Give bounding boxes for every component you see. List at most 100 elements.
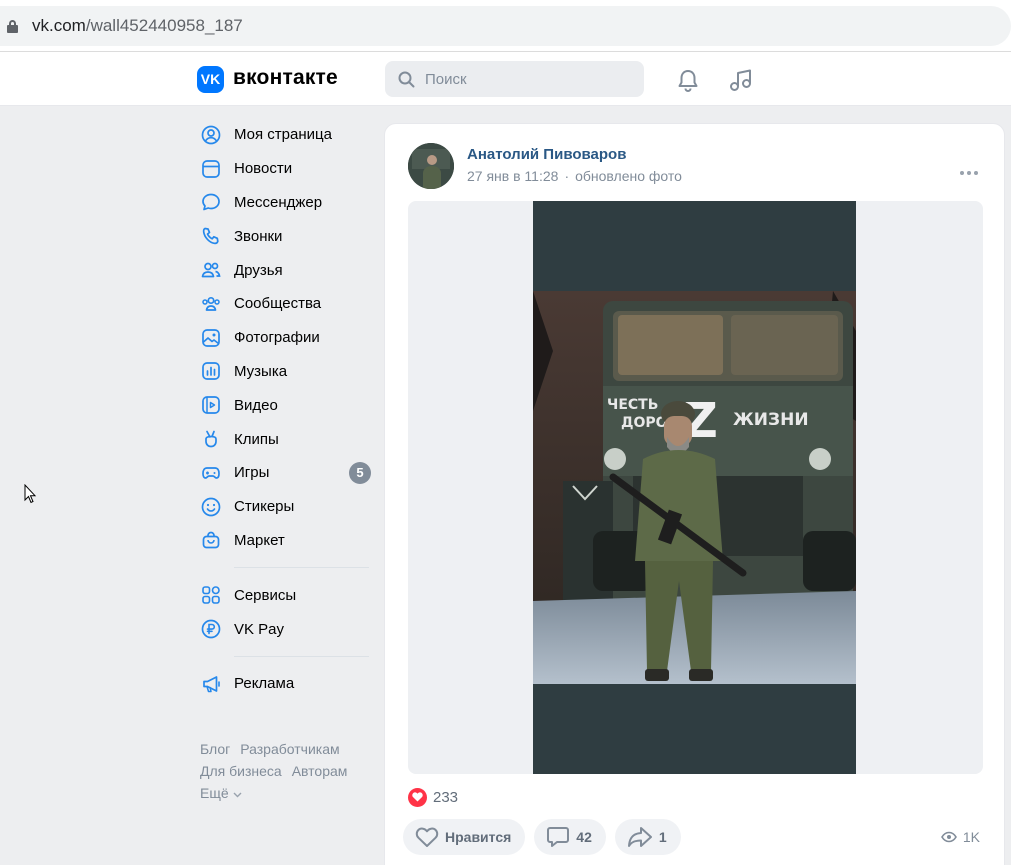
communities-icon [202, 296, 220, 311]
sidebar-item-news[interactable]: Новости [197, 152, 375, 186]
sidebar-item-label: Видео [234, 396, 278, 414]
more-options-icon[interactable] [957, 162, 978, 180]
truck-text-life: ЖИЗНИ [733, 410, 809, 430]
brand-name[interactable]: вконтакте [233, 66, 338, 90]
sidebar-item-stickers[interactable]: Стикеры [197, 490, 375, 524]
bag-icon [202, 532, 220, 549]
sidebar-item-label: Моя страница [234, 126, 332, 144]
url-field[interactable]: vk.com/wall452440958_187 [0, 6, 1011, 46]
comments-count: 42 [576, 829, 592, 845]
footer-link-developers[interactable]: Разработчикам [240, 741, 339, 757]
ruble-icon [201, 619, 221, 639]
sidebar-item-label: Новости [234, 160, 293, 178]
sidebar-item-calls[interactable]: Звонки [197, 219, 375, 253]
games-counter-badge: 5 [349, 461, 371, 484]
sidebar-item-label: Сервисы [234, 586, 297, 604]
footer-link-more[interactable]: Ещё [200, 785, 242, 801]
sidebar-item-label: Звонки [234, 227, 283, 245]
user-circle-icon [201, 125, 221, 145]
footer-link-blog[interactable]: Блог [200, 741, 230, 757]
share-icon [627, 827, 652, 847]
search-box[interactable] [385, 61, 644, 97]
post-meta: 27 янв в 11:28 · обновлено фото [467, 168, 682, 184]
sidebar-item-market[interactable]: Маркет [197, 524, 375, 558]
sidebar-divider [234, 655, 369, 657]
like-button-label: Нравится [445, 829, 512, 845]
sidebar-item-friends[interactable]: Друзья [197, 253, 375, 287]
chevron-down-icon [233, 792, 242, 798]
footer-link-authors[interactable]: Авторам [292, 763, 348, 779]
lock-icon[interactable] [7, 20, 18, 33]
bell-icon[interactable] [674, 66, 702, 94]
heart-reaction-icon [408, 787, 427, 807]
photo-icon [202, 328, 220, 347]
post-photo[interactable]: ЧЕСТЬ ДОРО Z ЖИЗНИ [533, 201, 856, 774]
sidebar-item-label: Сообщества [234, 295, 322, 313]
megaphone-icon [203, 675, 220, 693]
sidebar-item-games[interactable]: Игры 5 [197, 456, 375, 490]
sidebar-item-clips[interactable]: Клипы [197, 422, 375, 456]
sidebar-item-my-page[interactable]: Моя страница [197, 118, 375, 152]
phone-icon [202, 227, 219, 245]
search-icon [398, 71, 415, 88]
sidebar-item-messenger[interactable]: Мессенджер [197, 186, 375, 220]
eye-icon [940, 831, 957, 843]
share-button[interactable]: 1 [614, 819, 681, 855]
reactions-count: 233 [433, 788, 459, 806]
views-counter: 1K [940, 829, 980, 845]
comment-button[interactable]: 42 [534, 819, 606, 855]
sidebar-item-video[interactable]: Видео [197, 388, 375, 422]
video-icon [202, 396, 220, 415]
sidebar-item-label: Мессенджер [234, 193, 323, 211]
mouse-cursor-icon [24, 484, 37, 504]
post-date[interactable]: 27 янв в 11:28 [467, 168, 558, 184]
sidebar-item-label: Реклама [234, 675, 295, 693]
footer-link-business[interactable]: Для бизнеса [200, 763, 282, 779]
sidebar-item-vk-pay[interactable]: VK Pay [197, 612, 375, 646]
url-text[interactable]: vk.com/wall452440958_187 [32, 16, 243, 36]
sidebar-item-label: Стикеры [234, 498, 295, 516]
sidebar-item-communities[interactable]: Сообщества [197, 287, 375, 321]
newsfeed-icon [202, 159, 220, 178]
footer-more-label: Ещё [200, 785, 229, 801]
sidebar-item-photos[interactable]: Фотографии [197, 321, 375, 355]
smile-icon [201, 497, 221, 517]
clips-icon [205, 430, 217, 448]
sidebar-item-label: Музыка [234, 362, 288, 380]
friends-icon [201, 262, 221, 278]
browser-address-bar: vk.com/wall452440958_187 [0, 0, 1011, 52]
post-photo-container: ЧЕСТЬ ДОРО Z ЖИЗНИ [408, 201, 983, 774]
sidebar-item-label: Фотографии [234, 329, 320, 347]
sidebar-footer-links: Блог Разработчикам Для бизнеса Авторам Ещё [200, 738, 380, 804]
views-count: 1K [962, 829, 980, 845]
reactions-summary[interactable]: 233 [408, 786, 458, 808]
url-path: /wall452440958_187 [85, 16, 243, 35]
post-actions: Нравится 42 1 [403, 819, 690, 855]
sidebar-item-services[interactable]: Сервисы [197, 578, 375, 612]
heart-icon [415, 827, 439, 847]
gamepad-icon [202, 467, 220, 479]
sidebar-item-label: Клипы [234, 430, 279, 448]
author-avatar[interactable] [408, 143, 454, 189]
meta-separator: · [564, 168, 570, 184]
wall-post: Анатолий Пивоваров 27 янв в 11:28 · обновл… [384, 123, 1005, 865]
services-icon [202, 586, 220, 605]
sidebar-item-label: Игры [234, 464, 270, 482]
music-note-icon[interactable] [727, 66, 755, 94]
sidebar-item-music[interactable]: Музыка [197, 355, 375, 389]
comment-icon [547, 827, 570, 847]
sidebar-item-ads[interactable]: Реклама [197, 667, 375, 701]
sidebar-item-label: VK Pay [234, 620, 285, 638]
vk-logo-icon[interactable]: VK [197, 66, 224, 93]
post-author-name[interactable]: Анатолий Пивоваров [467, 146, 626, 163]
shares-count: 1 [658, 829, 667, 845]
sidebar-item-label: Маркет [234, 531, 285, 549]
message-icon [202, 194, 220, 211]
url-host: vk.com [32, 16, 86, 35]
photo-image: ЧЕСТЬ ДОРО Z ЖИЗНИ [533, 201, 856, 774]
like-button[interactable]: Нравится [403, 819, 526, 855]
music-icon [202, 362, 220, 381]
left-sidebar: Моя страница Новости Мессенджер Звонки Д… [197, 118, 375, 701]
search-input[interactable] [425, 61, 635, 97]
truck-text-honor: ЧЕСТЬ [607, 397, 658, 413]
